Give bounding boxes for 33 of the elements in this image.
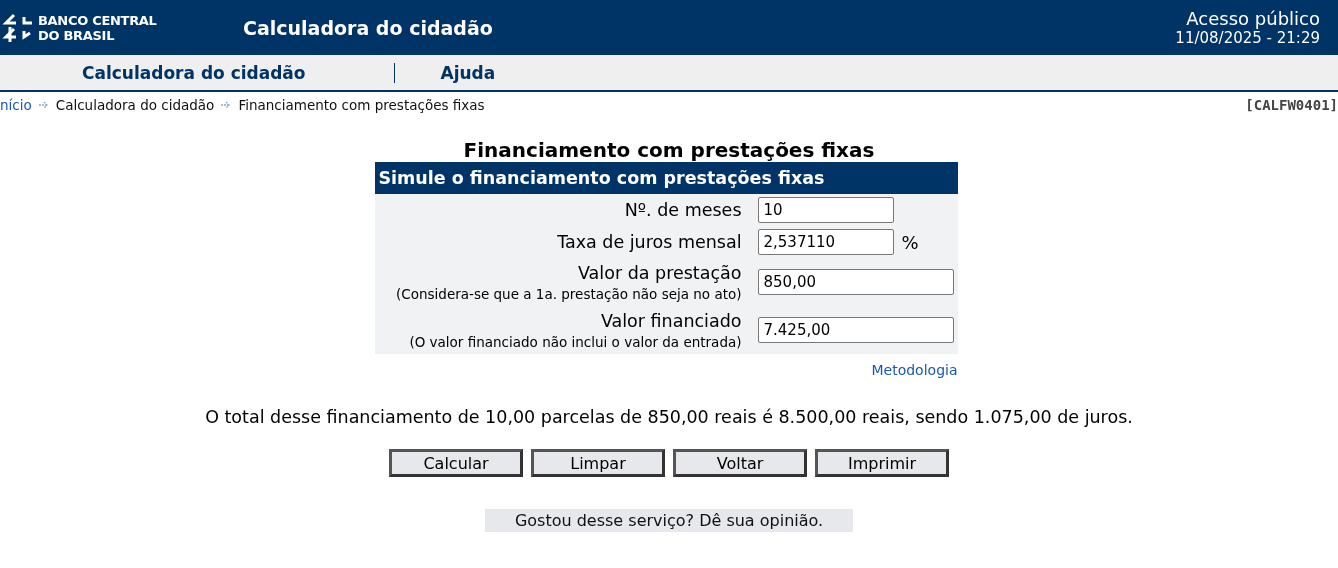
- breadcrumb-item: Calculadora do cidadão: [55, 97, 215, 113]
- input-field[interactable]: 850,00: [757, 269, 954, 295]
- screen-code: [CALFW0401]: [1245, 97, 1338, 113]
- page-title: Financiamento com prestações fixas: [463, 138, 875, 162]
- form-heading: Simule o financiamento com prestações fixas: [374, 162, 958, 194]
- field-label: Nº. de meses: [623, 199, 742, 222]
- logo-icon: [2, 12, 34, 43]
- input-field[interactable]: 2,537110: [757, 229, 894, 255]
- app-title: Calculadora do cidadão: [243, 16, 493, 39]
- menu-item[interactable]: Calculadora do cidadão: [82, 62, 306, 83]
- result-text: O total desse financiamento de 10,00 parcelas de 850,00 reais é 8.500,00 reais, sendo 1.075,00 de juros.: [205, 407, 1133, 427]
- action-button[interactable]: Voltar: [673, 449, 807, 477]
- unit-label: %: [901, 231, 919, 253]
- date-time: 11/08/2025 - 21:29: [1175, 28, 1320, 47]
- field-label: Valor da prestação: [577, 262, 742, 285]
- feedback-link[interactable]: Gostou desse serviço? Dê sua opinião.: [484, 509, 854, 532]
- field-note: (O valor financiado não inclui o valor da entrada): [408, 333, 742, 351]
- menu-item[interactable]: Ajuda: [440, 62, 496, 83]
- input-field[interactable]: 7.425,00: [757, 317, 954, 343]
- action-button[interactable]: Limpar: [531, 449, 665, 477]
- logo-text: DO BRASIL: [38, 27, 116, 43]
- action-button[interactable]: Imprimir: [815, 449, 949, 477]
- field-label: Valor financiado: [599, 310, 742, 333]
- input-field[interactable]: 10: [757, 197, 894, 223]
- field-label: Taxa de juros mensal: [556, 231, 742, 254]
- breadcrumb-item: Financiamento com prestações fixas: [238, 97, 485, 113]
- action-button[interactable]: Calcular: [389, 449, 523, 477]
- access-label: Acesso público: [1185, 8, 1320, 29]
- breadcrumb-link[interactable]: nício: [0, 97, 32, 113]
- methodology-link[interactable]: Metodologia: [871, 362, 958, 378]
- arrow-icon: [37, 100, 50, 110]
- logo-text: BANCO CENTRAL: [38, 12, 157, 28]
- field-note: (Considera-se que a 1a. prestação não seja no ato): [395, 285, 742, 303]
